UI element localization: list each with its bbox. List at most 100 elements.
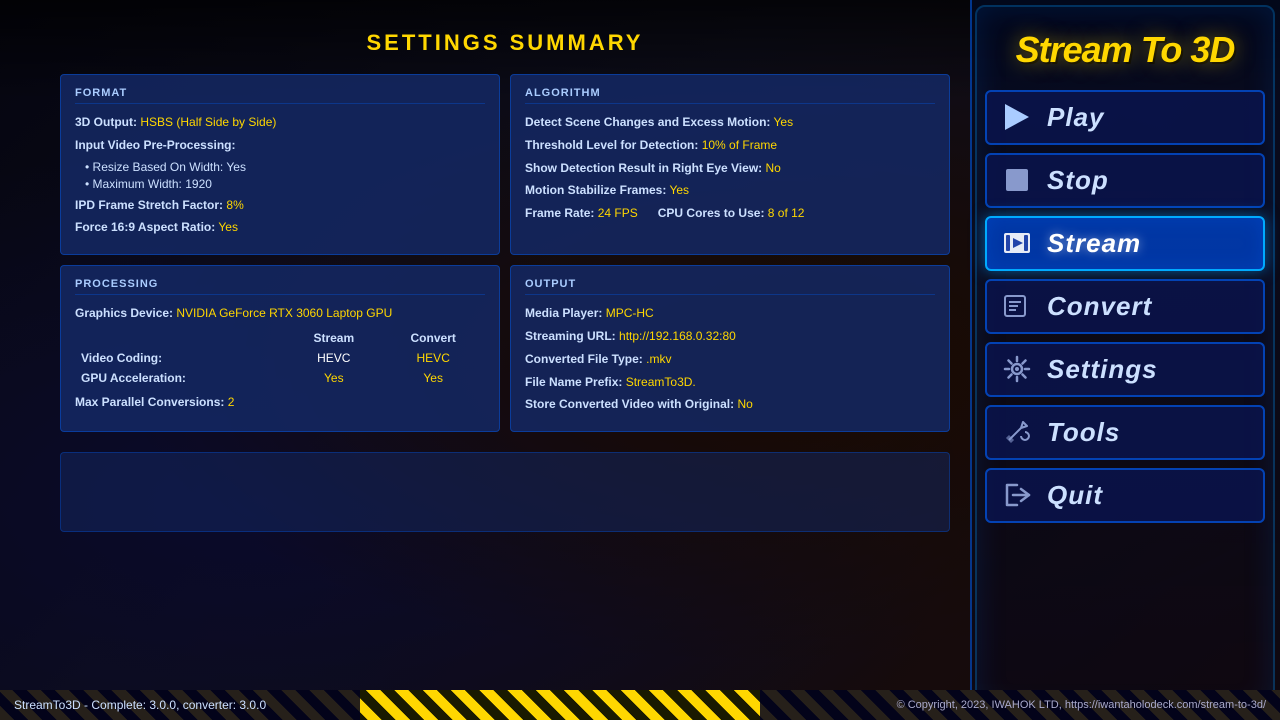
processing-card: PROCESSING Graphics Device: NVIDIA GeFor… xyxy=(60,265,500,432)
output-type-row: Converted File Type: .mkv xyxy=(525,351,935,368)
output-store-row: Store Converted Video with Original: No xyxy=(525,396,935,413)
cards-grid: FORMAT 3D Output: HSBS (Half Side by Sid… xyxy=(60,74,950,532)
output-media-row: Media Player: MPC-HC xyxy=(525,305,935,322)
bottom-placeholder xyxy=(60,452,950,532)
nav-buttons: Play Stop Stream xyxy=(980,90,1270,523)
algo-motion-row: Motion Stabilize Frames: Yes xyxy=(525,182,935,199)
bottom-bar: StreamTo3D - Complete: 3.0.0, converter:… xyxy=(0,690,1280,720)
format-card: FORMAT 3D Output: HSBS (Half Side by Sid… xyxy=(60,74,500,255)
output-card-title: OUTPUT xyxy=(525,278,935,295)
format-force-value: Yes xyxy=(218,220,238,234)
algo-cores-label: CPU Cores to Use: xyxy=(658,206,765,220)
algo-show-value: No xyxy=(766,161,781,175)
play-label: Play xyxy=(1047,102,1105,133)
processing-table: Stream Convert Video Coding: HEVC HEVC G… xyxy=(75,328,485,388)
output-type-value: .mkv xyxy=(646,352,671,366)
proc-gpu-label: GPU Acceleration: xyxy=(75,368,286,388)
format-ipd-row: IPD Frame Stretch Factor: 8% xyxy=(75,197,485,214)
proc-device-value: NVIDIA GeForce RTX 3060 Laptop GPU xyxy=(176,306,392,320)
tools-button[interactable]: Tools xyxy=(985,405,1265,460)
proc-gpu-row: GPU Acceleration: Yes Yes xyxy=(75,368,485,388)
algorithm-card-title: ALGORITHM xyxy=(525,87,935,104)
output-store-value: No xyxy=(737,397,752,411)
settings-label: Settings xyxy=(1047,354,1158,385)
output-prefix-value: StreamTo3D. xyxy=(626,375,696,389)
stream-button[interactable]: Stream xyxy=(985,216,1265,271)
algo-cores-value: 8 of 12 xyxy=(768,206,805,220)
proc-video-label: Video Coding: xyxy=(75,348,286,368)
convert-button[interactable]: Convert xyxy=(985,279,1265,334)
format-force-label: Force 16:9 Aspect Ratio: xyxy=(75,220,215,234)
algo-threshold-value: 10% of Frame xyxy=(702,138,777,152)
convert-label: Convert xyxy=(1047,291,1152,322)
proc-device-row: Graphics Device: NVIDIA GeForce RTX 3060… xyxy=(75,305,485,322)
bullet1-value: Yes xyxy=(226,160,246,174)
left-panel: SETTINGS SUMMARY FORMAT 3D Output: HSBS … xyxy=(0,0,970,720)
format-output-row: 3D Output: HSBS (Half Side by Side) xyxy=(75,114,485,131)
settings-summary-title: SETTINGS SUMMARY xyxy=(60,30,950,56)
quit-icon xyxy=(987,470,1047,521)
play-button[interactable]: Play xyxy=(985,90,1265,145)
proc-convert-video: HEVC xyxy=(381,348,485,368)
status-left-text: StreamTo3D - Complete: 3.0.0, converter:… xyxy=(14,698,266,712)
output-url-row: Streaming URL: http://192.168.0.32:80 xyxy=(525,328,935,345)
proc-col-convert: Convert xyxy=(381,328,485,348)
play-icon xyxy=(987,92,1047,143)
algo-fps-value: 24 FPS xyxy=(598,206,638,220)
proc-maxpar-label: Max Parallel Conversions: xyxy=(75,395,224,409)
output-prefix-label: File Name Prefix: xyxy=(525,375,622,389)
settings-icon xyxy=(987,344,1047,395)
stop-label: Stop xyxy=(1047,165,1109,196)
format-bullets: Resize Based On Width: Yes Maximum Width… xyxy=(85,160,485,191)
stop-button[interactable]: Stop xyxy=(985,153,1265,208)
algo-threshold-row: Threshold Level for Detection: 10% of Fr… xyxy=(525,137,935,154)
proc-maxpar-row: Max Parallel Conversions: 2 xyxy=(75,394,485,411)
algo-fps-label: Frame Rate: xyxy=(525,206,594,220)
proc-maxpar-value: 2 xyxy=(228,395,235,409)
algo-detect-row: Detect Scene Changes and Excess Motion: … xyxy=(525,114,935,131)
proc-col-stream: Stream xyxy=(286,328,381,348)
proc-device-label: Graphics Device: xyxy=(75,306,173,320)
format-card-title: FORMAT xyxy=(75,87,485,104)
status-bar-left: StreamTo3D - Complete: 3.0.0, converter:… xyxy=(0,690,360,720)
output-url-value: http://192.168.0.32:80 xyxy=(619,329,736,343)
proc-stream-video: HEVC xyxy=(286,348,381,368)
output-store-label: Store Converted Video with Original: xyxy=(525,397,734,411)
proc-convert-gpu: Yes xyxy=(381,368,485,388)
quit-button[interactable]: Quit xyxy=(985,468,1265,523)
algo-motion-label: Motion Stabilize Frames: xyxy=(525,183,666,197)
algo-show-row: Show Detection Result in Right Eye View:… xyxy=(525,160,935,177)
algo-fps-row: Frame Rate: 24 FPS CPU Cores to Use: 8 o… xyxy=(525,205,935,222)
format-preprocessing-row: Input Video Pre-Processing: xyxy=(75,137,485,154)
format-ipd-value: 8% xyxy=(226,198,243,212)
output-prefix-row: File Name Prefix: StreamTo3D. xyxy=(525,374,935,391)
format-output-value: HSBS (Half Side by Side) xyxy=(140,115,276,129)
algo-threshold-label: Threshold Level for Detection: xyxy=(525,138,698,152)
algorithm-card: ALGORITHM Detect Scene Changes and Exces… xyxy=(510,74,950,255)
format-bullet2: Maximum Width: 1920 xyxy=(85,177,485,191)
output-url-label: Streaming URL: xyxy=(525,329,616,343)
format-force-row: Force 16:9 Aspect Ratio: Yes xyxy=(75,219,485,236)
algo-detect-value: Yes xyxy=(774,115,794,129)
settings-button[interactable]: Settings xyxy=(985,342,1265,397)
algo-motion-value: Yes xyxy=(669,183,689,197)
format-preprocessing-label: Input Video Pre-Processing: xyxy=(75,138,235,152)
format-output-label: 3D Output: xyxy=(75,115,137,129)
status-right-text: © Copyright, 2023, IWAHOK LTD, https://i… xyxy=(897,699,1266,711)
tools-icon xyxy=(987,407,1047,458)
convert-icon xyxy=(987,281,1047,332)
format-ipd-label: IPD Frame Stretch Factor: xyxy=(75,198,223,212)
stream-label: Stream xyxy=(1047,228,1141,259)
tools-label: Tools xyxy=(1047,417,1120,448)
right-panel: Stream To 3D Play Stop xyxy=(970,0,1280,720)
status-bar-right: © Copyright, 2023, IWAHOK LTD, https://i… xyxy=(760,690,1280,720)
proc-stream-gpu: Yes xyxy=(286,368,381,388)
quit-label: Quit xyxy=(1047,480,1103,511)
format-bullet1: Resize Based On Width: Yes xyxy=(85,160,485,174)
app-title: Stream To 3D xyxy=(1016,30,1235,70)
stop-icon xyxy=(987,155,1047,206)
output-card: OUTPUT Media Player: MPC-HC Streaming UR… xyxy=(510,265,950,432)
bullet2-value: 1920 xyxy=(185,177,212,191)
proc-video-row: Video Coding: HEVC HEVC xyxy=(75,348,485,368)
output-media-value: MPC-HC xyxy=(606,306,654,320)
